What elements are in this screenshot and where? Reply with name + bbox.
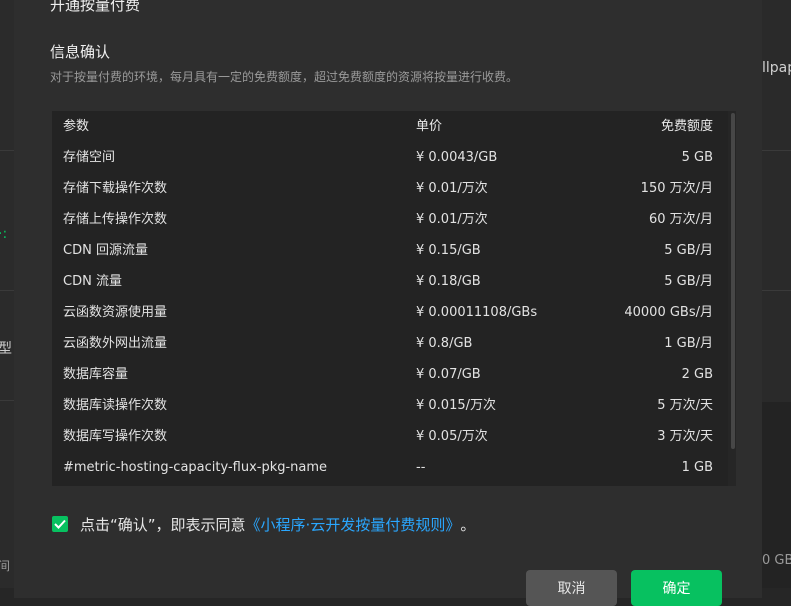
agreement-text: 点击“确认”，即表示同意 — [80, 515, 246, 534]
header-quota: 免费额度 — [660, 119, 713, 134]
table-scrollbar[interactable] — [728, 111, 736, 486]
table-row: 云函数资源使用量 ¥ 0.00011108/GBs 40000 GBs/月 — [52, 297, 728, 328]
row-param: 存储上传操作次数 — [63, 212, 168, 227]
table-row: #metric-hosting-capacity-flux-pkg-name -… — [52, 452, 728, 483]
header-param: 参数 — [63, 119, 90, 134]
confirm-button[interactable]: 确定 — [631, 570, 722, 606]
pay-as-you-go-dialog: 开通按量付费 信息确认 对于按量付费的环境，每月具有一定的免费额度，超过免费额度… — [14, 0, 762, 606]
row-price: ¥ 0.07/GB — [416, 367, 481, 382]
table-row: 存储空间 ¥ 0.0043/GB 5 GB — [52, 142, 728, 173]
table-row: 存储上传操作次数 ¥ 0.01/万次 60 万次/月 — [52, 204, 728, 235]
background-left-panel — [0, 0, 14, 588]
row-param: 存储空间 — [63, 150, 116, 165]
header-price: 单价 — [416, 119, 443, 134]
row-quota: 5 GB — [681, 150, 713, 165]
dialog-title: 开通按量付费 — [50, 0, 141, 14]
row-param: 数据库容量 — [63, 367, 129, 382]
background-fragment: 0 GB — [762, 553, 791, 568]
row-param: 数据库读操作次数 — [63, 398, 168, 413]
row-price: ¥ 0.15/GB — [416, 243, 481, 258]
row-quota: 60 万次/月 — [648, 212, 713, 227]
billing-rules-link[interactable]: 《小程序·云开发按量付费规则》 — [246, 514, 461, 535]
background-fragment: 间 — [0, 559, 11, 573]
row-quota: 2 GB — [681, 367, 713, 382]
table-row: CDN 流量 ¥ 0.18/GB 5 GB/月 — [52, 266, 728, 297]
cancel-button[interactable]: 取消 — [526, 570, 617, 606]
row-quota: 150 万次/月 — [640, 181, 713, 196]
pricing-table-scroll-area[interactable]: 参数 单价 免费额度 存储空间 ¥ 0.0043/GB 5 GB 存储下载操作次… — [52, 111, 728, 486]
row-quota: 3 万次/天 — [657, 429, 713, 444]
row-param: CDN 流量 — [63, 274, 122, 289]
background-divider — [0, 290, 14, 291]
row-quota: 40000 GBs/月 — [624, 305, 713, 320]
row-price: ¥ 0.05/万次 — [416, 429, 488, 444]
table-row: CDN 回源流量 ¥ 0.15/GB 5 GB/月 — [52, 235, 728, 266]
row-price: ¥ 0.00011108/GBs — [416, 305, 538, 320]
row-quota: 1 GB — [681, 460, 713, 475]
background-fragment: 型 — [0, 341, 12, 357]
row-price: ¥ 0.015/万次 — [416, 398, 496, 413]
table-row: 云函数外网出流量 ¥ 0.8/GB 1 GB/月 — [52, 328, 728, 359]
row-param: 云函数外网出流量 — [63, 336, 168, 351]
row-param: 云函数资源使用量 — [63, 305, 168, 320]
pricing-table: 参数 单价 免费额度 存储空间 ¥ 0.0043/GB 5 GB 存储下载操作次… — [52, 111, 736, 486]
section-title: 信息确认 — [50, 43, 111, 61]
background-fragment: llpap — [762, 60, 791, 76]
row-quota: 1 GB/月 — [664, 336, 713, 351]
row-param: 存储下载操作次数 — [63, 181, 168, 196]
row-quota: 5 GB/月 — [664, 274, 713, 289]
table-row: 存储下载操作次数 ¥ 0.01/万次 150 万次/月 — [52, 173, 728, 204]
row-param: #metric-hosting-capacity-flux-pkg-name — [63, 460, 328, 475]
row-quota: 5 万次/天 — [657, 398, 713, 413]
row-price: ¥ 0.8/GB — [416, 336, 473, 351]
table-scrollbar-thumb[interactable] — [731, 113, 735, 449]
background-divider — [0, 150, 14, 151]
table-row: 数据库容量 ¥ 0.07/GB 2 GB — [52, 359, 728, 390]
background-divider — [762, 150, 791, 151]
row-price: -- — [416, 460, 426, 475]
row-param: CDN 回源流量 — [63, 243, 148, 258]
row-price: ¥ 0.0043/GB — [416, 150, 498, 165]
row-price: ¥ 0.01/万次 — [416, 181, 488, 196]
table-header-row: 参数 单价 免费额度 — [52, 111, 728, 142]
background-divider — [762, 290, 791, 291]
table-row: 数据库读操作次数 ¥ 0.015/万次 5 万次/天 — [52, 390, 728, 421]
row-price: ¥ 0.18/GB — [416, 274, 481, 289]
agreement-suffix: 。 — [460, 515, 476, 534]
agreement-checkbox[interactable] — [52, 516, 68, 532]
background-divider — [0, 400, 14, 401]
section-description: 对于按量付费的环境，每月具有一定的免费额度，超过免费额度的资源将按量进行收费。 — [50, 70, 519, 84]
row-param: 数据库写操作次数 — [63, 429, 168, 444]
background-fragment: ·: — [0, 226, 8, 242]
agreement-row: 点击“确认”，即表示同意 《小程序·云开发按量付费规则》 。 — [52, 512, 475, 536]
check-icon — [54, 519, 66, 529]
row-price: ¥ 0.01/万次 — [416, 212, 488, 227]
table-row: 数据库写操作次数 ¥ 0.05/万次 3 万次/天 — [52, 421, 728, 452]
row-quota: 5 GB/月 — [664, 243, 713, 258]
